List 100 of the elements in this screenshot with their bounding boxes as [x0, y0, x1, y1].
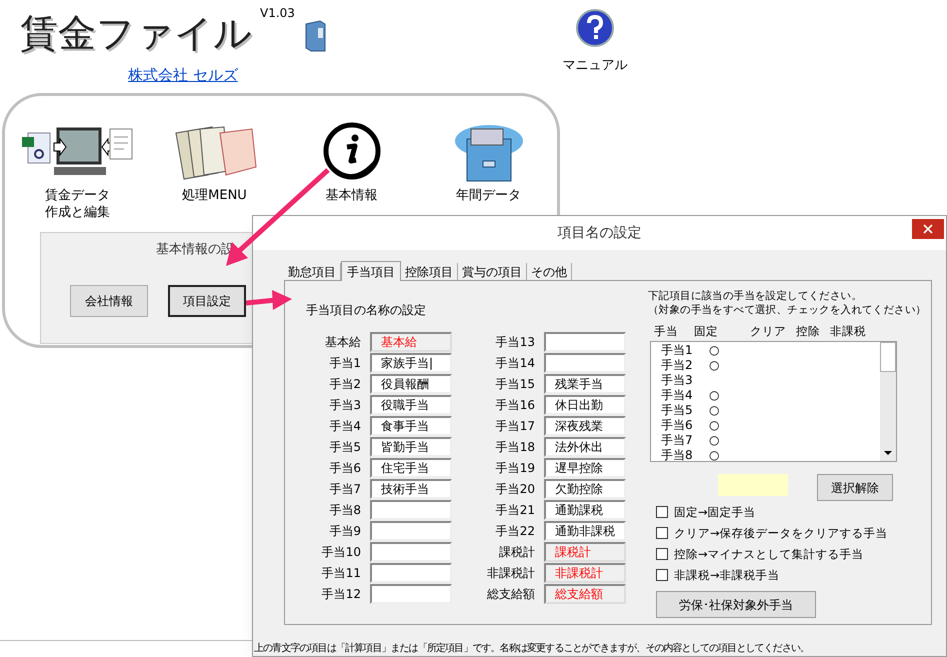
readonly-field[interactable]: 非課税計: [544, 563, 626, 583]
field-label: 基本給: [324, 334, 361, 351]
company-link[interactable]: 株式会社 セルズ: [128, 64, 238, 86]
fixed-mark: ○: [709, 403, 720, 418]
input-field[interactable]: [544, 353, 626, 373]
list-item[interactable]: 手当7: [661, 433, 709, 448]
field-label: 手当13: [494, 334, 535, 351]
input-field[interactable]: 役職手当: [370, 395, 452, 415]
field-label: 手当8: [328, 502, 361, 519]
input-field[interactable]: 残業手当: [544, 374, 626, 394]
fixed-mark: ○: [709, 418, 720, 434]
close-button[interactable]: [912, 219, 944, 239]
input-field[interactable]: 通勤非課税: [544, 521, 626, 541]
instruction-text: 下記項目に該当の手当を設定してください。: [648, 289, 862, 303]
field-label: 手当20: [494, 481, 535, 498]
list-item[interactable]: 手当8: [661, 448, 709, 462]
readonly-field[interactable]: 総支給額: [544, 584, 626, 604]
column-header: 控除: [796, 323, 821, 340]
input-field[interactable]: [370, 500, 452, 520]
input-field[interactable]: [544, 332, 626, 352]
input-field[interactable]: [370, 563, 452, 583]
field-label: 手当22: [494, 523, 535, 540]
field-label: 手当1: [328, 355, 361, 372]
field-label: 手当10: [320, 544, 361, 561]
menu-label: 基本情報: [326, 187, 378, 204]
scroll-thumb[interactable]: [880, 342, 896, 372]
column-header: 固定: [694, 323, 719, 340]
field-label: 手当3: [328, 397, 361, 414]
menu-label: 賃金データ: [45, 187, 110, 204]
input-field[interactable]: 住宅手当: [370, 458, 452, 478]
field-label: 非課税計: [486, 565, 535, 582]
exclude-allowance-button[interactable]: 労保･社保対象外手当: [656, 591, 816, 618]
input-field[interactable]: 役員報酬: [370, 374, 452, 394]
field-label: 手当9: [328, 523, 361, 540]
input-field[interactable]: [370, 521, 452, 541]
field-label: 手当19: [494, 460, 535, 477]
field-label: 手当4: [328, 418, 361, 435]
input-field[interactable]: 食事手当: [370, 416, 452, 436]
input-field[interactable]: 深夜残業: [544, 416, 626, 436]
field-label: 手当5: [328, 439, 361, 456]
list-item[interactable]: 手当4: [661, 388, 709, 404]
fixed-mark: ○: [709, 388, 720, 404]
instruction-text: （対象の手当をすべて選択、チェックを入れてください）: [648, 303, 926, 317]
close-icon: [923, 224, 933, 234]
checkbox-label: 非課税→非課税手当: [674, 566, 780, 584]
field-label: 手当2: [328, 376, 361, 393]
input-field[interactable]: 皆勤手当: [370, 437, 452, 457]
input-field[interactable]: 法外休出: [544, 437, 626, 457]
readonly-field[interactable]: 基本給: [370, 332, 452, 352]
field-label: 手当17: [494, 418, 535, 435]
input-field[interactable]: 技術手当: [370, 479, 452, 499]
column-header: 非課税: [830, 323, 867, 340]
input-field[interactable]: 家族手当|: [370, 353, 452, 373]
menu-label: 作成と編集: [45, 204, 110, 221]
clear-selection-button[interactable]: 選択解除: [817, 474, 893, 502]
scrollbar[interactable]: [880, 342, 896, 462]
list-item[interactable]: 手当3: [661, 373, 709, 388]
checkbox[interactable]: [656, 548, 668, 560]
checkbox-label: 固定→固定手当: [674, 504, 756, 521]
checkbox-label: クリア→保存後データをクリアする手当: [674, 524, 888, 542]
column-header: 手当: [654, 323, 679, 340]
field-label: 手当21: [494, 502, 535, 519]
checkbox[interactable]: [656, 506, 668, 518]
manual-label: マニュアル: [562, 57, 628, 75]
app-logo: 賃金ファイル: [20, 14, 252, 52]
list-item[interactable]: 手当6: [661, 418, 709, 434]
settings-button[interactable]: 項目設定: [168, 285, 246, 317]
input-field[interactable]: 通勤課税: [544, 500, 626, 520]
field-label: 手当12: [320, 586, 361, 603]
field-label: 手当7: [328, 481, 361, 498]
field-label: 手当6: [328, 460, 361, 477]
fixed-mark: ○: [709, 448, 720, 462]
binder-icon: [302, 20, 327, 52]
input-field[interactable]: 休日出勤: [544, 395, 626, 415]
checkbox[interactable]: [656, 569, 668, 582]
menu-label: 処理MENU: [182, 187, 247, 204]
fixed-mark: ○: [709, 433, 720, 448]
field-label: 手当16: [494, 397, 535, 414]
list-item[interactable]: 手当1: [661, 343, 709, 358]
checkbox-label: 控除→マイナスとして集計する手当: [674, 546, 864, 563]
footer-note: 上の青文字の項目は「計算項目」または「所定項目」です。名称は変更することができますが、その内容としての項目としてください。: [254, 642, 810, 656]
list-item[interactable]: 手当5: [661, 403, 709, 418]
list-item[interactable]: 手当2: [661, 358, 709, 374]
field-label: 課税計: [498, 544, 535, 561]
input-field[interactable]: 遅早控除: [544, 458, 626, 478]
section-heading: 手当項目の名称の設定: [305, 302, 427, 319]
checkbox[interactable]: [656, 527, 668, 540]
highlight-field[interactable]: [718, 474, 788, 496]
help-icon[interactable]: [575, 8, 615, 48]
field-label: 手当18: [494, 439, 535, 456]
settings-button[interactable]: 会社情報: [70, 285, 148, 317]
pointer-arrow: [246, 290, 292, 310]
input-field[interactable]: 欠勤控除: [544, 479, 626, 499]
tab[interactable]: 手当項目: [341, 261, 401, 281]
allowance-list[interactable]: 手当1 ○ 手当2 ○ 手当3 手当4 ○ 手当5 ○ 手当6 ○ 手当7 ○ 手当8 ○: [650, 341, 897, 462]
input-field[interactable]: [370, 542, 452, 562]
input-field[interactable]: [370, 584, 452, 604]
fixed-mark: ○: [709, 358, 720, 374]
menu-label: 年間データ: [456, 187, 521, 204]
readonly-field[interactable]: 課税計: [544, 542, 626, 562]
